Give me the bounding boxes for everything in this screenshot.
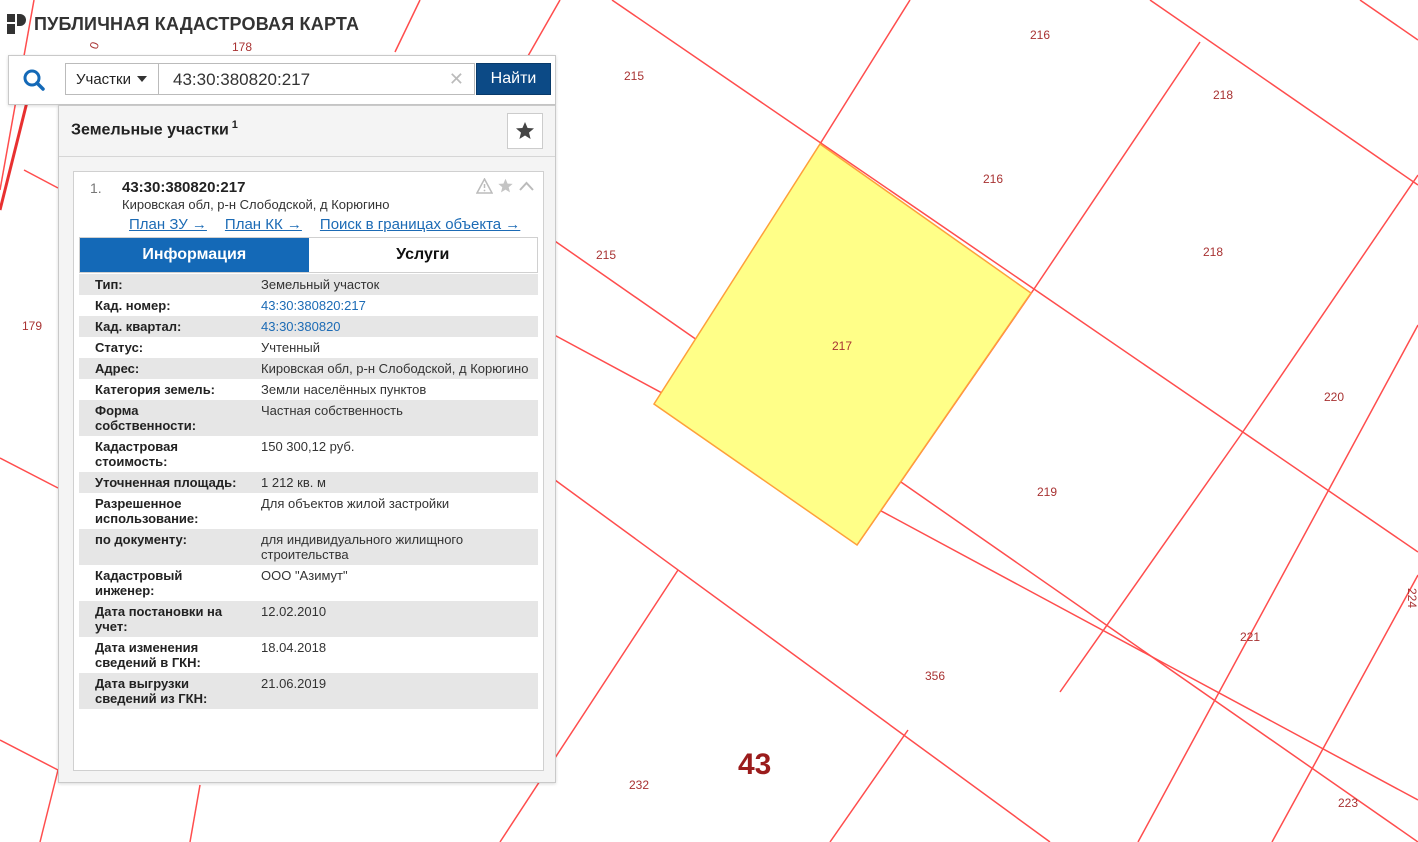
- info-table: Тип: Земельный участок Кад. номер: 43:30:3…: [79, 274, 538, 709]
- parcel-label-217: 217: [832, 339, 852, 353]
- parcel-label-219: 219: [1037, 485, 1057, 499]
- search-icon-button[interactable]: [19, 66, 49, 94]
- row-key: Адрес:: [79, 358, 245, 379]
- table-row: Уточненная площадь: 1 212 кв. м: [79, 472, 538, 493]
- row-value: для индивидуального жилищного строительс…: [245, 529, 538, 565]
- parcel-label-216a: 216: [1030, 28, 1050, 42]
- row-value: 150 300,12 руб.: [245, 436, 538, 472]
- result-cad-number[interactable]: 43:30:380820:217: [122, 179, 245, 196]
- parcel-label-216b: 216: [983, 172, 1003, 186]
- favorites-button[interactable]: [507, 113, 543, 149]
- plan-kk-link[interactable]: План КК →: [225, 216, 302, 233]
- table-row: Дата выгрузки сведений из ГКН: 21.06.2019: [79, 673, 538, 709]
- row-value: Частная собственность: [245, 400, 538, 436]
- table-row: Кадастровый инженер: ООО "Азимут": [79, 565, 538, 601]
- row-key: Дата постановки на учет:: [79, 601, 245, 637]
- cad-number-link[interactable]: 43:30:380820:217: [261, 298, 366, 313]
- table-row: Адрес: Кировская обл, р-н Слободской, д К…: [79, 358, 538, 379]
- parcel-label-218b: 218: [1203, 245, 1223, 259]
- parcel-label-215b: 215: [596, 248, 616, 262]
- row-key: Кад. номер:: [79, 295, 245, 316]
- search-type-label: Участки: [76, 70, 131, 88]
- table-row: Разрешенное использование: Для объектов ж…: [79, 493, 538, 529]
- result-links: План ЗУ → План КК → Поиск в границах объ…: [129, 216, 520, 233]
- chevron-up-icon[interactable]: [518, 178, 535, 194]
- row-value: Земли населённых пунктов: [245, 379, 538, 400]
- search-in-bounds-link[interactable]: Поиск в границах объекта →: [320, 216, 520, 233]
- quarter-label: 43: [738, 748, 771, 781]
- row-key: Кадастровая стоимость:: [79, 436, 245, 472]
- table-row: Форма собственности: Частная собственност…: [79, 400, 538, 436]
- table-row: Дата постановки на учет: 12.02.2010: [79, 601, 538, 637]
- find-button[interactable]: Найти: [476, 63, 551, 95]
- warning-icon[interactable]: [476, 178, 493, 194]
- row-key: Кад. квартал:: [79, 316, 245, 337]
- row-key: Кадастровый инженер:: [79, 565, 245, 601]
- app-header: ПУБЛИЧНАЯ КАДАСТРОВАЯ КАРТА: [6, 10, 359, 38]
- table-row: Категория земель: Земли населённых пункто…: [79, 379, 538, 400]
- row-key: по документу:: [79, 529, 245, 565]
- divider: [59, 156, 555, 157]
- row-key: Уточненная площадь:: [79, 472, 245, 493]
- results-title-text: Земельные участки: [71, 121, 229, 139]
- row-value: 1 212 кв. м: [245, 472, 538, 493]
- results-panel: Земельные участки 1 1. 43:30:380820:217 К…: [58, 105, 556, 783]
- parcel-label-215a: 215: [624, 69, 644, 83]
- parcel-label-220: 220: [1324, 390, 1344, 404]
- rosreestr-logo-icon: [7, 14, 26, 34]
- table-row: Дата изменения сведений в ГКН: 18.04.2018: [79, 637, 538, 673]
- app-title: ПУБЛИЧНАЯ КАДАСТРОВАЯ КАРТА: [34, 13, 360, 34]
- row-key: Форма собственности:: [79, 400, 245, 436]
- row-value: Учтенный: [245, 337, 538, 358]
- row-value: 18.04.2018: [245, 637, 538, 673]
- results-title: Земельные участки 1: [71, 119, 238, 139]
- search-panel: Участки ✕ Найти: [8, 55, 556, 105]
- row-value: 12.02.2010: [245, 601, 538, 637]
- cad-quarter-link[interactable]: 43:30:380820: [261, 319, 341, 334]
- row-value: Для объектов жилой застройки: [245, 493, 538, 529]
- star-icon: [516, 122, 534, 139]
- card-icons: [476, 178, 535, 194]
- table-row: Кад. номер: 43:30:380820:217: [79, 295, 538, 316]
- table-row: по документу: для индивидуального жилищно…: [79, 529, 538, 565]
- table-row: Статус: Учтенный: [79, 337, 538, 358]
- row-value: ООО "Азимут": [245, 565, 538, 601]
- table-row: Тип: Земельный участок: [79, 274, 538, 295]
- parcel-label-223: 223: [1338, 796, 1358, 810]
- search-input-wrapper: ✕: [159, 63, 475, 95]
- clear-icon[interactable]: ✕: [449, 69, 464, 90]
- result-card: 1. 43:30:380820:217 Кировская обл, р-н С…: [73, 171, 544, 771]
- search-type-select[interactable]: Участки: [65, 63, 159, 95]
- row-value: Кировская обл, р-н Слободской, д Корюгин…: [245, 358, 538, 379]
- row-key: Категория земель:: [79, 379, 245, 400]
- parcel-label-218a: 218: [1213, 88, 1233, 102]
- table-row: Кадастровая стоимость: 150 300,12 руб.: [79, 436, 538, 472]
- parcel-label-178: 178: [232, 40, 252, 54]
- row-key: Разрешенное использование:: [79, 493, 245, 529]
- result-number: 1.: [90, 180, 102, 196]
- table-row: Кад. квартал: 43:30:380820: [79, 316, 538, 337]
- parcel-label-221: 221: [1240, 630, 1260, 644]
- results-count: 1: [231, 119, 238, 131]
- search-input[interactable]: [171, 65, 435, 95]
- row-key: Тип:: [79, 274, 245, 295]
- result-address: Кировская обл, р-н Слободской, д Корюгин…: [122, 197, 390, 212]
- search-icon: [23, 69, 45, 91]
- row-key: Дата выгрузки сведений из ГКН:: [79, 673, 245, 709]
- parcel-label-224: 224: [1405, 588, 1418, 608]
- row-value: Земельный участок: [245, 274, 538, 295]
- tab-information[interactable]: Информация: [80, 238, 309, 272]
- parcel-label-232: 232: [629, 778, 649, 792]
- row-key: Статус:: [79, 337, 245, 358]
- plan-zu-link[interactable]: План ЗУ →: [129, 216, 207, 233]
- result-tabs: Информация Услуги: [79, 237, 538, 273]
- star-icon[interactable]: [497, 178, 514, 194]
- parcel-label-356: 356: [925, 669, 945, 683]
- parcel-label-179: 179: [22, 319, 42, 333]
- chevron-down-icon: [137, 76, 147, 82]
- parcel-label-0: 0: [87, 40, 103, 51]
- row-value: 21.06.2019: [245, 673, 538, 709]
- row-key: Дата изменения сведений в ГКН:: [79, 637, 245, 673]
- tab-services[interactable]: Услуги: [308, 238, 537, 272]
